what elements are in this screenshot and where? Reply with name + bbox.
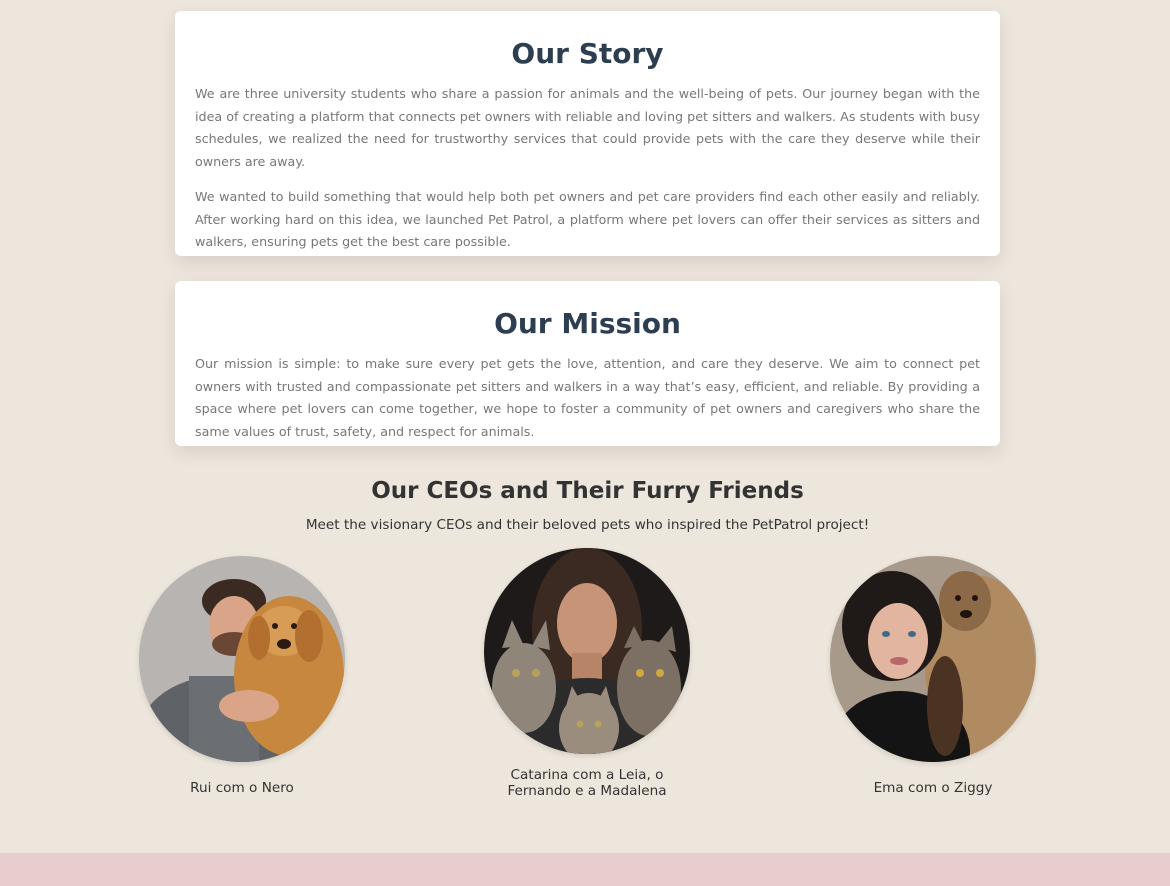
ceo-card-ema: Ema com o Ziggy	[828, 556, 1038, 796]
ceos-section-subtitle: Meet the visionary CEOs and their belove…	[305, 517, 870, 533]
our-mission-paragraph: Our mission is simple: to make sure ever…	[195, 356, 980, 439]
our-story-paragraph-1: We are three university students who sha…	[195, 86, 980, 169]
woman-with-cats-illustration	[484, 548, 690, 754]
ceo-caption-ema: Ema com o Ziggy	[873, 780, 993, 796]
man-with-dog-illustration	[139, 556, 345, 762]
ceos-section-title: Our CEOs and Their Furry Friends	[371, 478, 804, 504]
ceo-card-catarina: Catarina com a Leia, o Fernando e a Mada…	[482, 548, 692, 799]
woman-with-dog-illustration	[830, 556, 1036, 762]
ceo-photo-ema	[830, 556, 1036, 762]
ceo-photo-catarina	[484, 548, 690, 754]
our-story-card: Our Story We are three university studen…	[175, 11, 1000, 256]
footer-band	[0, 853, 1170, 886]
ceo-caption-rui: Rui com o Nero	[190, 780, 294, 796]
our-story-paragraph-2: We wanted to build something that would …	[195, 189, 980, 249]
ceo-caption-catarina: Catarina com a Leia, o Fernando e a Mada…	[507, 767, 667, 799]
our-story-title: Our Story	[511, 37, 664, 70]
our-mission-title: Our Mission	[494, 307, 681, 340]
ceo-card-rui: Rui com o Nero	[137, 556, 347, 796]
our-mission-card: Our Mission Our mission is simple: to ma…	[175, 281, 1000, 446]
ceo-photo-rui	[139, 556, 345, 762]
